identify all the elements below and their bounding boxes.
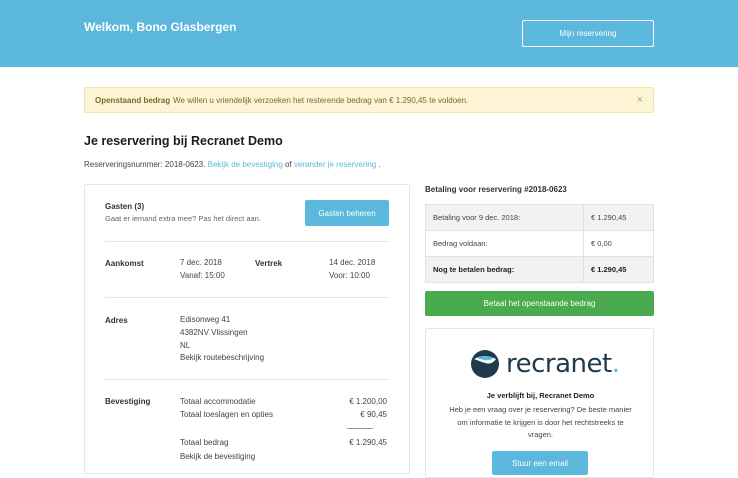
- amount-remaining-label: Nog te betalen bedrag:: [425, 256, 584, 283]
- recranet-logo: recranet.: [470, 349, 620, 379]
- amount-paid-label: Bedrag voldaan:: [425, 230, 584, 257]
- reservation-details-card: Gasten (3) Gaat er iemand extra mee? Pas…: [84, 184, 410, 474]
- arrival-date: 7 dec. 2018: [180, 258, 222, 267]
- departure-date: 14 dec. 2018: [329, 258, 376, 267]
- surcharges-total-label: Totaal toeslagen en opties: [180, 410, 273, 419]
- recranet-logo-icon: [471, 350, 499, 378]
- divider: [105, 297, 389, 298]
- accommodation-total-amount: € 1.200,00: [349, 397, 387, 406]
- sum-separator: [347, 428, 373, 429]
- or-text: of: [285, 160, 292, 169]
- table-row: Bedrag voldaan: € 0,00: [425, 230, 654, 257]
- divider: [105, 241, 389, 242]
- amount-remaining-value: € 1.290,45: [583, 256, 654, 283]
- payment-due-amount: € 1.290,45: [583, 204, 654, 231]
- reservation-number-line: Reserveringsnummer: 2018-0623. Bekijk de…: [84, 160, 381, 169]
- departure-time: Voor: 10:00: [329, 271, 370, 280]
- guests-subtext: Gaat er iemand extra mee? Pas het direct…: [105, 214, 261, 223]
- send-email-button[interactable]: Stuur een email: [492, 451, 588, 475]
- park-info-card: recranet. Je verblijft bij, Recranet Dem…: [425, 328, 654, 478]
- alert-message: We willen u vriendelijk verzoeken het re…: [173, 95, 469, 105]
- reservation-number: Reserveringsnummer: 2018-0623.: [84, 160, 206, 169]
- confirmation-label: Bevestiging: [105, 397, 151, 406]
- total-label: Totaal bedrag: [180, 438, 229, 447]
- address-label: Adres: [105, 316, 128, 325]
- divider: [105, 379, 389, 380]
- page-title: Je reservering bij Recranet Demo: [84, 134, 283, 148]
- period-text: .: [378, 160, 381, 169]
- table-row: Betaling voor 9 dec. 2018: € 1.290,45: [425, 204, 654, 231]
- payment-due-label: Betaling voor 9 dec. 2018:: [425, 204, 584, 231]
- close-icon[interactable]: ×: [637, 94, 643, 106]
- accommodation-total-label: Totaal accommodatie: [180, 397, 256, 406]
- address-street: Edisonweg 41: [180, 315, 231, 324]
- total-amount: € 1.290,45: [349, 438, 387, 447]
- arrival-time: Vanaf: 15:00: [180, 271, 225, 280]
- arrival-label: Aankomst: [105, 259, 144, 268]
- surcharges-total-amount: € 90,45: [360, 410, 387, 419]
- payment-title: Betaling voor reservering #2018-0623: [425, 185, 567, 194]
- route-link[interactable]: Bekijk routebeschrijving: [180, 352, 264, 365]
- contact-subtext: Heb je een vraag over je reservering? De…: [449, 405, 632, 439]
- payment-table: Betaling voor 9 dec. 2018: € 1.290,45 Be…: [425, 204, 654, 283]
- change-reservation-link[interactable]: verander je reservering: [294, 160, 376, 169]
- table-row: Nog te betalen bedrag: € 1.290,45: [425, 256, 654, 283]
- page-header: Welkom, Bono Glasbergen Mijn reservering: [0, 0, 738, 67]
- guests-label: Gasten (3): [105, 202, 145, 211]
- pay-outstanding-button[interactable]: Betaal het openstaande bedrag: [425, 291, 654, 316]
- stay-text: Je verblijft bij, Recranet Demo: [486, 391, 595, 400]
- address-city: 4382NV Vlissingen: [180, 328, 248, 337]
- address-country: NL: [180, 341, 191, 350]
- departure-label: Vertrek: [255, 259, 283, 268]
- view-confirmation-link[interactable]: Bekijk de bevestiging: [208, 160, 283, 169]
- outstanding-amount-alert: Openstaand bedrag We willen u vriendelij…: [84, 87, 654, 113]
- logo-text: recranet.: [506, 349, 620, 379]
- welcome-text: Welkom, Bono Glasbergen: [84, 20, 237, 34]
- manage-guests-button[interactable]: Gasten beheren: [305, 200, 389, 226]
- my-reservation-button[interactable]: Mijn reservering: [522, 20, 654, 47]
- alert-title: Openstaand bedrag: [95, 95, 171, 105]
- amount-paid-value: € 0,00: [583, 230, 654, 257]
